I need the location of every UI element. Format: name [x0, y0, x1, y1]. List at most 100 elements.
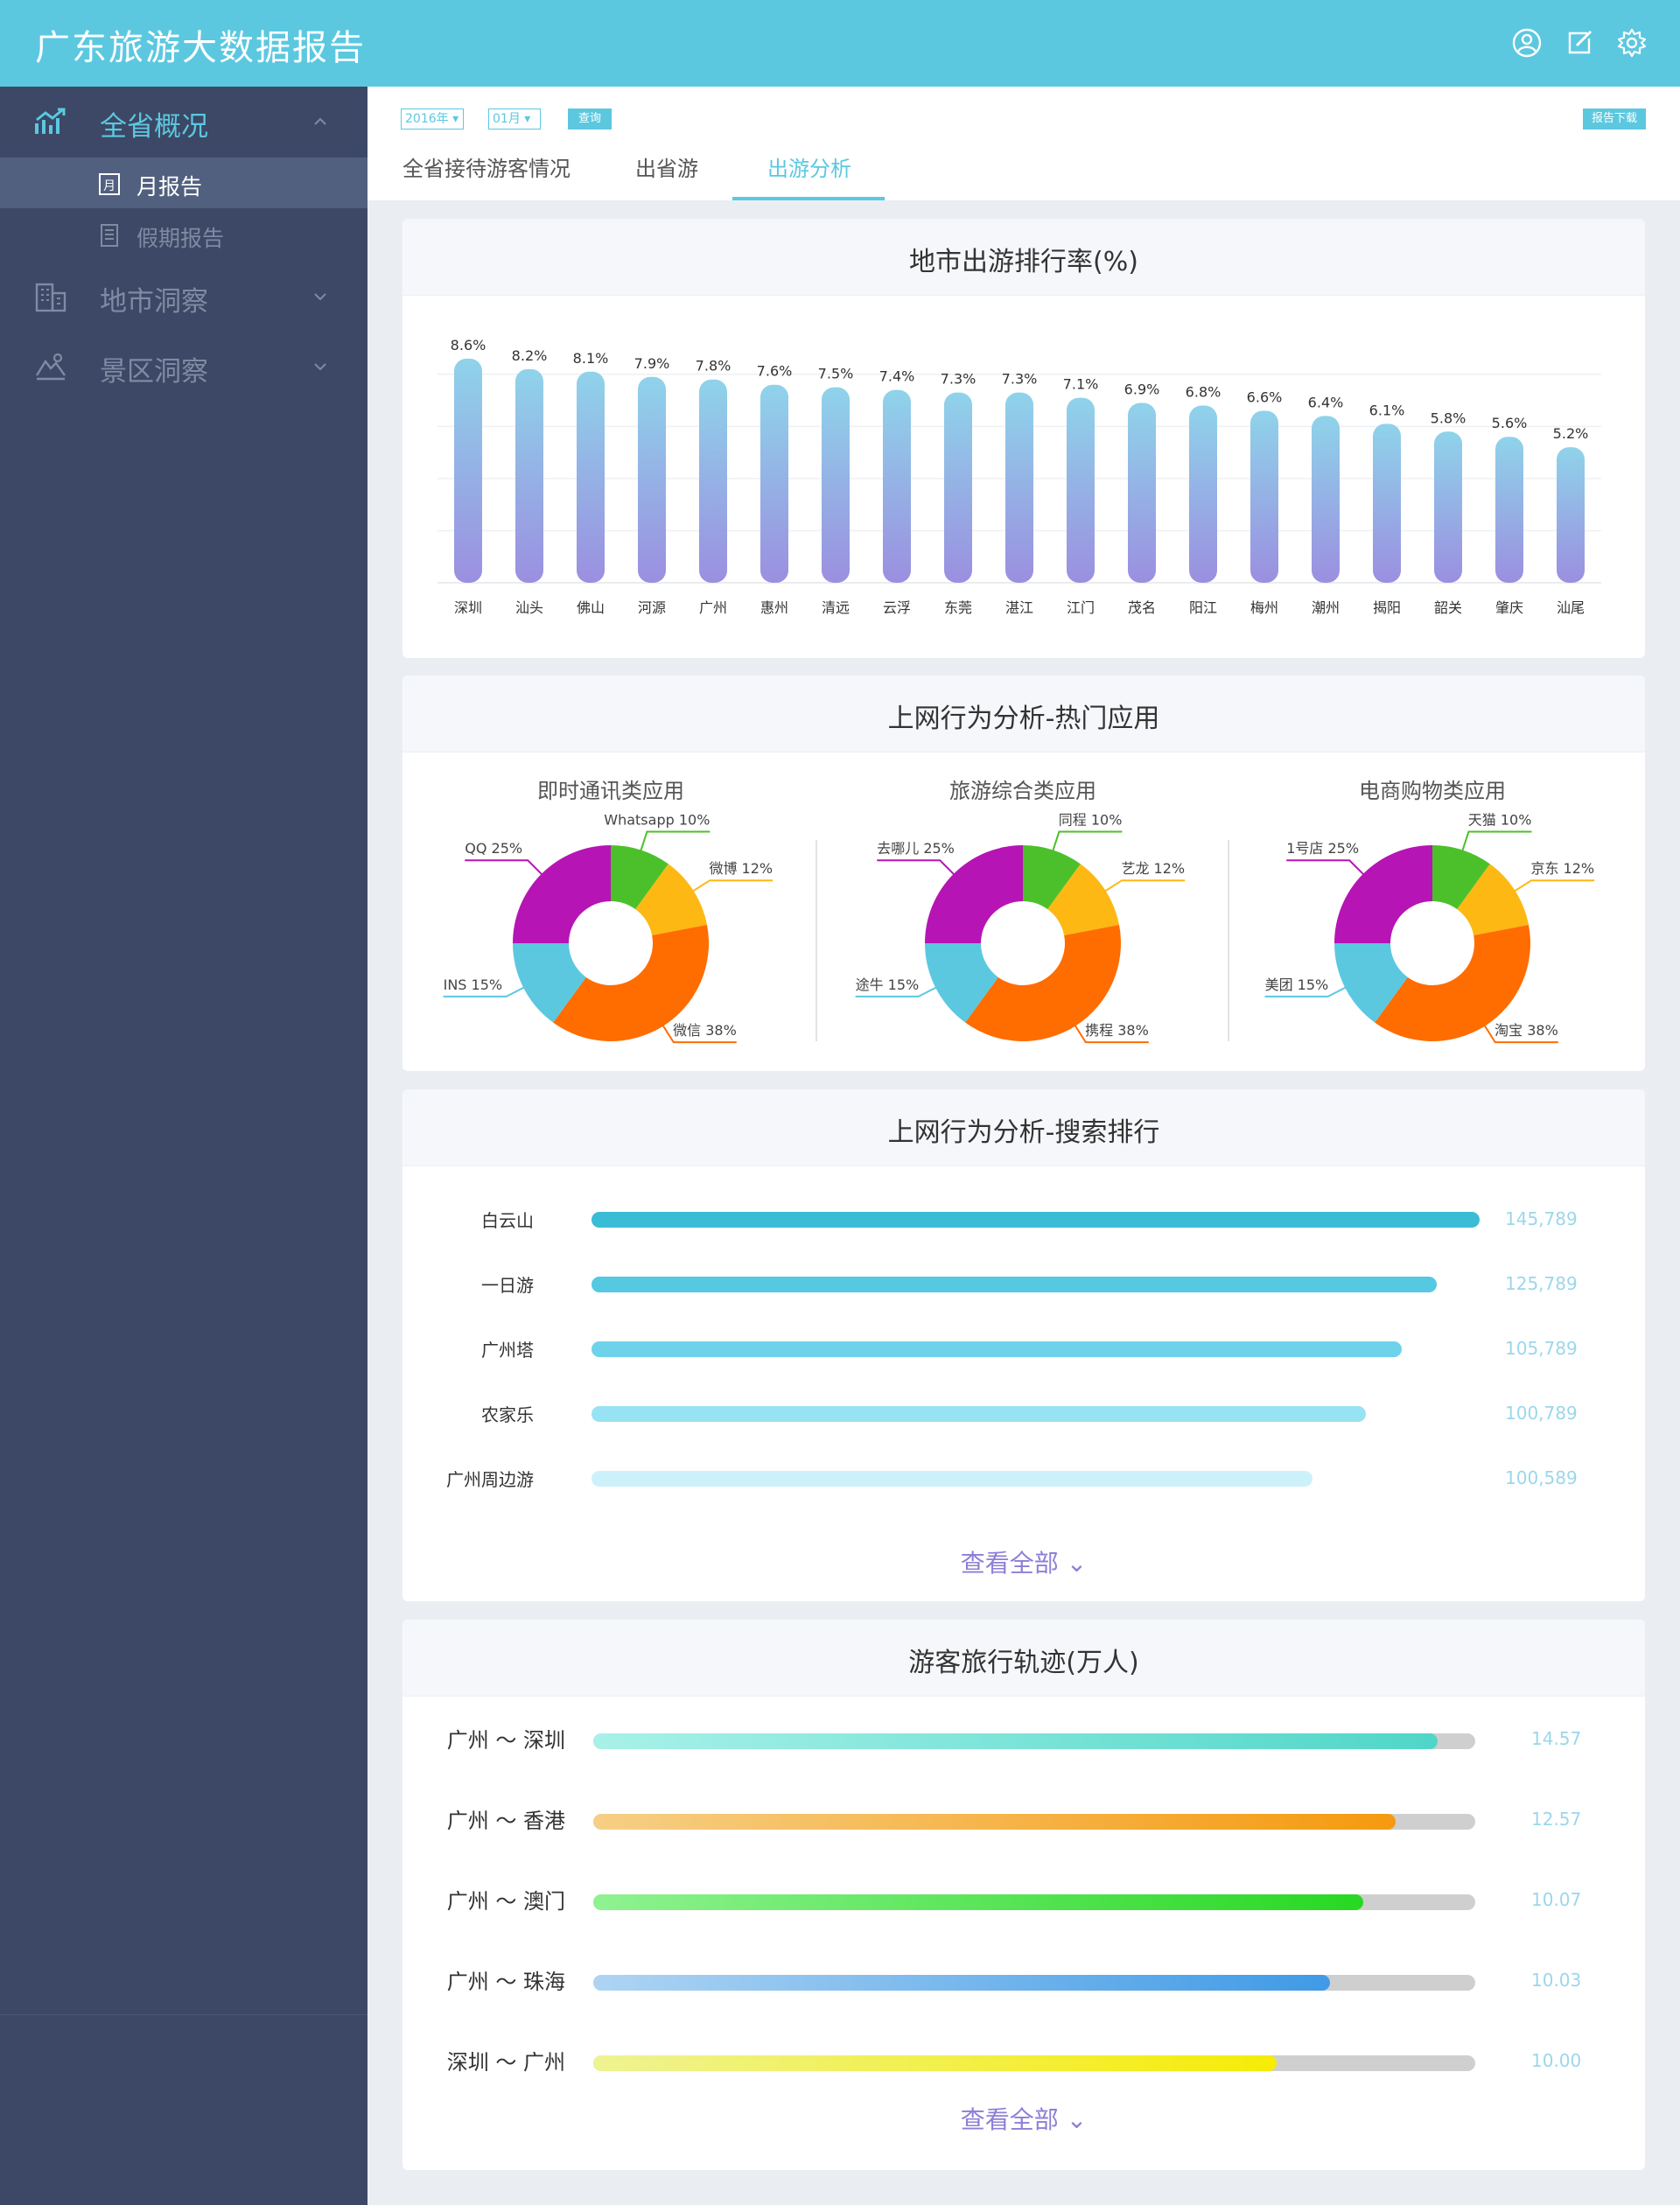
ranking-bar — [454, 358, 482, 583]
dropdown-caret-icon: ▾ — [520, 112, 531, 126]
route-progress-track — [593, 1894, 1475, 1910]
pie-leader-line — [1509, 879, 1595, 895]
search-count: 105,789 — [1505, 1338, 1578, 1359]
pie-slice-label: 美团 15% — [1265, 976, 1329, 993]
pie-leader-line — [465, 859, 546, 878]
pie-slice-label: INS 15% — [444, 976, 502, 993]
pie-title: 旅游综合类应用 — [949, 779, 1096, 803]
search-rank-row: 一日游 125,789 — [402, 1266, 1645, 1301]
tab-province-visitors[interactable]: 全省接待游客情况 — [402, 151, 570, 182]
pie-leader-line — [877, 859, 958, 878]
route-label: 广州 ～ 深圳 — [446, 1728, 565, 1753]
tab-outbound[interactable]: 出省游 — [635, 151, 698, 182]
pie-slice-label: 微信 38% — [673, 1022, 737, 1039]
card-header: 游客旅行轨迹(万人) — [402, 1620, 1645, 1697]
sidebar-item-label: 假期报告 — [136, 226, 225, 251]
pie-slice-label: 途牛 15% — [856, 976, 920, 993]
x-tick-label: 梅州 — [1250, 599, 1278, 616]
x-tick-label: 云浮 — [883, 599, 911, 616]
pie-slice-label: 京东 12% — [1530, 860, 1594, 877]
x-tick-label: 湛江 — [1005, 599, 1033, 616]
x-tick-label: 茂名 — [1128, 599, 1156, 616]
sidebar-item-overview[interactable]: 全省概况 — [0, 87, 368, 157]
pie-leader-line — [1100, 879, 1186, 895]
bar-value-label: 7.6% — [757, 363, 793, 380]
ranking-bar — [1067, 397, 1095, 583]
search-rank-bar — [592, 1277, 1438, 1292]
search-term-label: 广州塔 — [481, 1340, 534, 1361]
route-value: 14.57 — [1531, 1728, 1582, 1749]
year-select-value: 2016年 — [405, 112, 449, 126]
route-progress-fill — [593, 1975, 1330, 1991]
view-all-search-link[interactable]: 查看全部 ⌄ — [402, 1544, 1645, 1579]
search-term-label: 农家乐 — [481, 1404, 534, 1425]
search-rank-bar — [592, 1471, 1313, 1487]
bar-value-label: 7.9% — [634, 355, 670, 372]
chevron-down-icon: ⌄ — [1058, 1549, 1088, 1578]
ranking-bar — [883, 389, 911, 583]
user-icon[interactable] — [1510, 26, 1544, 60]
download-report-button[interactable]: 报告下载 — [1583, 108, 1646, 130]
search-rank-bar — [592, 1406, 1367, 1422]
pie-slice-label: 去哪儿 25% — [877, 840, 955, 857]
bar-value-label: 6.1% — [1369, 402, 1405, 418]
sidebar-item-city[interactable]: 地市洞察 — [0, 262, 368, 332]
pie-slice-label: 淘宝 38% — [1494, 1022, 1558, 1039]
sidebar-item-holiday-report[interactable]: 假期报告 — [0, 209, 368, 260]
route-progress-track — [593, 1975, 1475, 1991]
year-select[interactable]: 2016年 ▾ — [401, 108, 464, 130]
card-title: 上网行为分析-搜索排行 — [887, 1117, 1160, 1148]
bar-value-label: 5.6% — [1492, 415, 1528, 431]
ranking-bar — [1005, 392, 1033, 583]
tab-travel-analysis[interactable]: 出游分析 — [767, 151, 851, 182]
search-ranking-card: 上网行为分析-搜索排行 白云山 145,789 一日游 125,789 广州塔 105,7… — [402, 1089, 1645, 1601]
pie-slice-label: 微博 12% — [709, 860, 773, 877]
ranking-bar — [1128, 402, 1156, 583]
month-select[interactable]: 01月 ▾ — [488, 108, 541, 130]
bar-value-label: 8.6% — [451, 337, 486, 354]
pie-title: 即时通讯类应用 — [537, 779, 684, 803]
ranking-bar-chart: 8.6% 深圳 8.2% 汕头 8.1% 佛山 7.9% 河源 7.8% 广州 7.6% 惠州 7.5%… — [438, 337, 1601, 616]
trend-chart-icon — [35, 108, 66, 134]
ranking-bar — [1189, 405, 1217, 583]
edit-icon[interactable] — [1563, 26, 1596, 60]
x-tick-label: 河源 — [638, 599, 666, 616]
app-title: 广东旅游大数据报告 — [35, 28, 366, 68]
calendar-icon: 月 — [99, 173, 120, 195]
pie-leader-line — [1460, 830, 1532, 856]
search-rank-row: 广州周边游 100,589 — [402, 1460, 1645, 1495]
x-tick-label: 汕尾 — [1557, 599, 1585, 616]
chevron-down-icon — [314, 363, 326, 371]
gear-icon[interactable] — [1615, 26, 1648, 60]
query-button[interactable]: 查询 — [568, 108, 612, 130]
x-tick-label: 东莞 — [944, 599, 972, 616]
sidebar-item-monthly-report[interactable]: 月 月报告 — [0, 158, 368, 208]
chevron-down-icon: ⌄ — [1058, 2105, 1088, 2134]
bar-value-label: 8.1% — [573, 350, 609, 367]
view-all-routes-link[interactable]: 查看全部 ⌄ — [402, 2101, 1645, 2136]
bar-value-label: 7.5% — [818, 366, 854, 382]
bar-value-label: 6.9% — [1124, 382, 1160, 398]
search-rank-bar — [592, 1212, 1480, 1228]
ranking-bar — [1557, 447, 1585, 583]
x-tick-label: 阳江 — [1189, 599, 1217, 616]
svg-text:月: 月 — [103, 179, 116, 193]
route-label: 深圳 ～ 广州 — [446, 2050, 565, 2075]
building-icon — [35, 283, 66, 312]
route-row: 广州 ～ 珠海 10.03 — [402, 1959, 1645, 2003]
ranking-bar — [515, 368, 543, 583]
bar-value-label: 7.3% — [1002, 371, 1038, 388]
sidebar-item-label: 地市洞察 — [100, 286, 208, 318]
card-title: 游客旅行轨迹(万人) — [908, 1648, 1139, 1678]
card-header: 上网行为分析-搜索排行 — [402, 1089, 1645, 1166]
x-tick-label: 清远 — [822, 599, 850, 616]
pie-leader-line — [688, 879, 774, 895]
ranking-bar — [1434, 431, 1462, 583]
search-term-label: 白云山 — [481, 1210, 534, 1231]
sidebar-item-label: 全省概况 — [100, 111, 208, 143]
sidebar-item-scenic[interactable]: 景区洞察 — [0, 332, 368, 402]
active-tab-indicator — [732, 197, 885, 200]
search-count: 145,789 — [1505, 1208, 1578, 1229]
view-all-label: 查看全部 — [960, 1549, 1059, 1578]
x-tick-label: 揭阳 — [1373, 599, 1401, 616]
